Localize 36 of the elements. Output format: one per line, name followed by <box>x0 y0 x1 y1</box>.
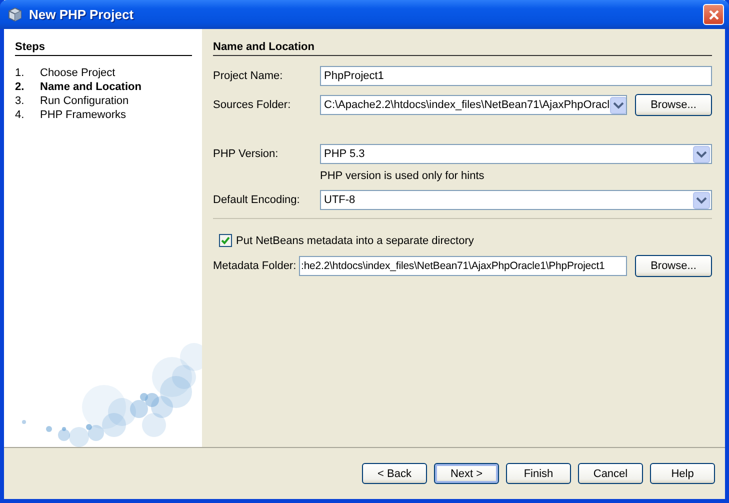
field-label: Metadata Folder: <box>213 260 298 272</box>
close-button[interactable] <box>703 4 724 25</box>
checkbox[interactable] <box>219 234 232 247</box>
field-label: Default Encoding: <box>213 194 301 206</box>
hint-text: PHP version is used only for hints <box>320 170 484 182</box>
field-label: Project Name: <box>213 70 284 82</box>
dialog-button[interactable]: Next > <box>434 463 499 484</box>
step-number: 2. <box>15 80 26 94</box>
dialog-button[interactable]: Finish <box>506 463 571 484</box>
text-field[interactable]: PhpProject1 <box>320 66 712 86</box>
dropdown-field[interactable]: PHP 5.3 <box>320 144 712 164</box>
step-label: PHP Frameworks <box>40 108 126 122</box>
step-label: Name and Location <box>40 80 142 94</box>
cube-icon <box>7 6 23 23</box>
step-number: 4. <box>15 108 26 122</box>
dropdown-arrow-icon <box>610 96 626 114</box>
browse-button[interactable]: Browse... <box>635 255 712 277</box>
checkbox-label[interactable]: Put NetBeans metadata into a separate directory <box>236 234 474 246</box>
text-field[interactable]: :he2.2\htdocs\index_files\NetBean71\AjaxPhpOracle1\PhpProject1 <box>299 256 627 276</box>
steps-title: Steps <box>15 41 192 56</box>
dialog-button[interactable]: < Back <box>362 463 427 484</box>
step-label: Choose Project <box>40 66 116 80</box>
field-label: Sources Folder: <box>213 99 292 111</box>
step-label: Run Configuration <box>40 94 129 108</box>
section-title: Name and Location <box>213 41 712 56</box>
dropdown-field[interactable]: C:\Apache2.2\htdocs\index_files\NetBean71\AjaxPhpOracl <box>320 95 627 115</box>
window-title: New PHP Project <box>29 7 135 22</box>
dropdown-field[interactable]: UTF-8 <box>320 190 712 210</box>
dialog-button[interactable]: Cancel <box>578 463 643 484</box>
dialog-button[interactable]: Help <box>650 463 715 484</box>
field-label: PHP Version: <box>213 148 280 160</box>
browse-button[interactable]: Browse... <box>635 94 712 116</box>
check-icon <box>220 235 231 246</box>
step-number: 1. <box>15 66 26 80</box>
close-icon <box>706 8 720 22</box>
step-number: 3. <box>15 94 26 108</box>
